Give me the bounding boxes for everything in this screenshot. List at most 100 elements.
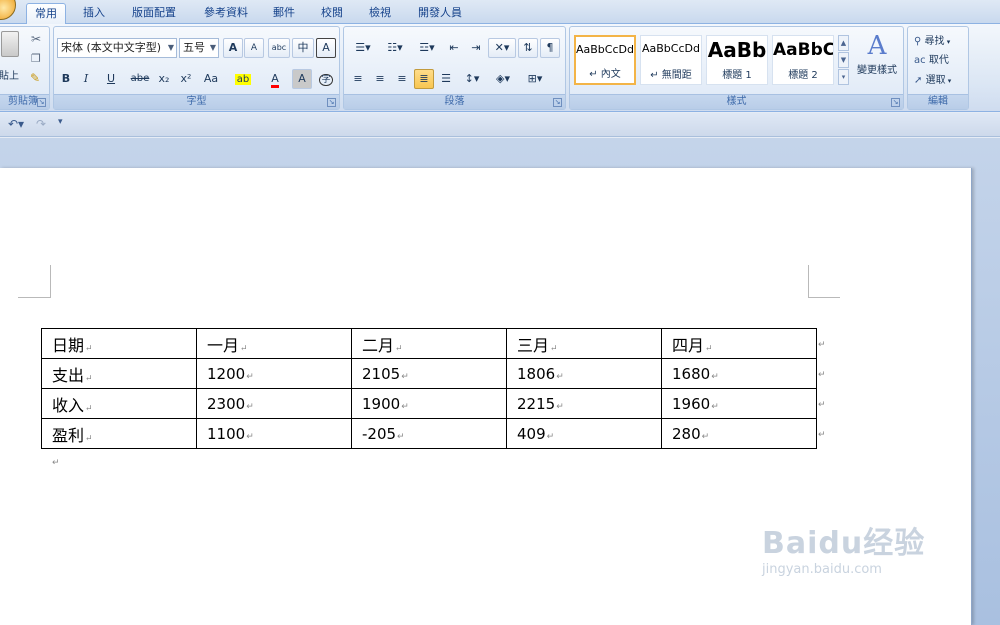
justify-icon[interactable]: ≣: [414, 69, 434, 89]
office-button[interactable]: [0, 0, 16, 20]
styles-launcher-icon[interactable]: ↘: [891, 98, 900, 107]
change-styles-button[interactable]: A 變更樣式: [852, 31, 902, 93]
table-cell[interactable]: 2300↵: [196, 388, 352, 419]
cell-text: 1680: [672, 364, 711, 383]
table-cell[interactable]: 日期↵: [41, 328, 197, 359]
table-cell[interactable]: 409↵: [506, 418, 662, 449]
quick-access-toolbar: ↶▾ ↷ ▾: [0, 113, 1000, 137]
tab-home[interactable]: 常用: [26, 3, 66, 24]
change-case-button[interactable]: Aa: [198, 69, 224, 89]
table-cell[interactable]: 280↵: [661, 418, 817, 449]
find-button[interactable]: ⚲ 尋找 ▾: [914, 32, 950, 47]
table-cell[interactable]: 1960↵: [661, 388, 817, 419]
superscript-button[interactable]: x²: [176, 69, 196, 89]
table-cell[interactable]: 1900↵: [351, 388, 507, 419]
font-size-combo[interactable]: 五号 ▼: [179, 38, 219, 58]
italic-icon: I: [83, 72, 89, 85]
bold-button[interactable]: B: [57, 69, 75, 89]
paragraph-mark-icon: ↵: [401, 401, 409, 412]
tab-page-layout[interactable]: 版面配置: [124, 3, 184, 24]
distributed-icon[interactable]: ☰: [436, 69, 456, 89]
style-heading-1[interactable]: AaBb 標題 1: [706, 35, 768, 85]
shading-icon[interactable]: ◈▾: [488, 69, 518, 89]
char-shading-button[interactable]: A: [292, 69, 312, 89]
multilevel-list-icon[interactable]: ☲▾: [412, 38, 442, 58]
styles-scroll-up-icon[interactable]: ▲: [838, 35, 849, 51]
select-button[interactable]: ➚ 選取 ▾: [914, 71, 951, 86]
increase-indent-icon[interactable]: ⇥: [466, 38, 486, 58]
shrink-font-button[interactable]: A: [244, 38, 264, 58]
clear-format-button[interactable]: abc: [268, 38, 290, 58]
font-color-button[interactable]: A: [262, 69, 288, 89]
font-launcher-icon[interactable]: ↘: [327, 98, 336, 107]
bold-icon: B: [61, 72, 71, 85]
tab-view[interactable]: 檢視: [362, 3, 398, 24]
cell-text: 盈利: [52, 425, 85, 445]
underline-button[interactable]: U: [98, 69, 124, 89]
font-name-combo[interactable]: 宋体 (本文中文字型) ▼: [57, 38, 177, 58]
char-border-button[interactable]: A: [316, 38, 336, 58]
customize-toolbar-icon[interactable]: ▾: [58, 117, 63, 127]
paragraph-launcher-icon[interactable]: ↘: [553, 98, 562, 107]
table-cell[interactable]: 盈利↵: [41, 418, 197, 449]
borders-icon[interactable]: ⊞▾: [520, 69, 550, 89]
table-cell[interactable]: 四月↵: [661, 328, 817, 359]
highlight-button[interactable]: ab: [228, 69, 258, 89]
table-cell[interactable]: 2215↵: [506, 388, 662, 419]
table-cell[interactable]: 1680↵: [661, 358, 817, 389]
styles-scroll-down-icon[interactable]: ▼: [838, 52, 849, 68]
chevron-down-icon: ▼: [167, 43, 174, 52]
paragraph-mark-icon: ↵: [401, 371, 409, 382]
table-cell[interactable]: 三月↵: [506, 328, 662, 359]
tab-references[interactable]: 參考資料: [196, 3, 256, 24]
cut-icon[interactable]: ✂: [31, 32, 41, 46]
undo-icon[interactable]: ↶▾: [8, 117, 24, 131]
show-marks-icon[interactable]: ¶: [540, 38, 560, 58]
paste-icon[interactable]: [1, 31, 19, 57]
styles-more-icon[interactable]: ▾: [838, 69, 849, 85]
table-cell[interactable]: 2105↵: [351, 358, 507, 389]
strikethrough-button[interactable]: abe: [128, 69, 152, 89]
table-cell[interactable]: 1200↵: [196, 358, 352, 389]
table-cell[interactable]: 1806↵: [506, 358, 662, 389]
format-painter-icon[interactable]: ✎: [30, 71, 40, 85]
chinese-layout-icon[interactable]: ✕▾: [488, 38, 516, 58]
sort-icon[interactable]: ⇅: [518, 38, 538, 58]
align-right-icon[interactable]: ≡: [392, 69, 412, 89]
data-table[interactable]: 日期↵ 一月↵ 二月↵ 三月↵ 四月↵ 支出↵ 1200↵ 2105↵ 1806…: [41, 328, 817, 449]
decrease-indent-icon[interactable]: ⇤: [444, 38, 464, 58]
table-cell[interactable]: 一月↵: [196, 328, 352, 359]
tab-mailings[interactable]: 郵件: [266, 3, 302, 24]
style-heading-2[interactable]: AaBbC 標題 2: [772, 35, 834, 85]
copy-icon[interactable]: ❐: [31, 52, 41, 65]
tab-review[interactable]: 校閱: [314, 3, 350, 24]
table-cell[interactable]: 1100↵: [196, 418, 352, 449]
paragraph-mark-icon: ↵: [52, 458, 60, 468]
style-normal[interactable]: AaBbCcDd ↵ 內文: [574, 35, 636, 85]
table-cell[interactable]: -205↵: [351, 418, 507, 449]
subscript-button[interactable]: x₂: [154, 69, 174, 89]
paragraph-mark-icon: ↵: [711, 371, 719, 382]
cell-text: 日期: [52, 335, 85, 355]
convert-chinese-button[interactable]: 中: [292, 38, 314, 58]
grow-font-button[interactable]: A: [223, 38, 243, 58]
align-center-icon[interactable]: ≡: [370, 69, 390, 89]
italic-button[interactable]: I: [77, 69, 95, 89]
table-cell[interactable]: 支出↵: [41, 358, 197, 389]
tab-developer[interactable]: 開發人員: [410, 3, 470, 24]
chevron-down-icon: ▼: [209, 43, 216, 52]
align-left-icon[interactable]: ≡: [348, 69, 368, 89]
table-cell[interactable]: 收入↵: [41, 388, 197, 419]
tab-insert[interactable]: 插入: [76, 3, 112, 24]
enclose-char-button[interactable]: 字: [316, 69, 336, 89]
table-cell[interactable]: 二月↵: [351, 328, 507, 359]
redo-icon[interactable]: ↷: [36, 117, 46, 131]
style-no-spacing[interactable]: AaBbCcDd ↵ 無間距: [640, 35, 702, 85]
replace-button[interactable]: ac 取代: [914, 51, 949, 66]
line-spacing-icon[interactable]: ↕▾: [458, 69, 486, 89]
clipboard-launcher-icon[interactable]: ↘: [37, 98, 46, 107]
watermark-url: jingyan.baidu.com: [762, 562, 882, 577]
bullets-icon[interactable]: ☰▾: [348, 38, 378, 58]
numbering-icon[interactable]: ☷▾: [380, 38, 410, 58]
styles-group-label: 樣式: [570, 94, 903, 109]
